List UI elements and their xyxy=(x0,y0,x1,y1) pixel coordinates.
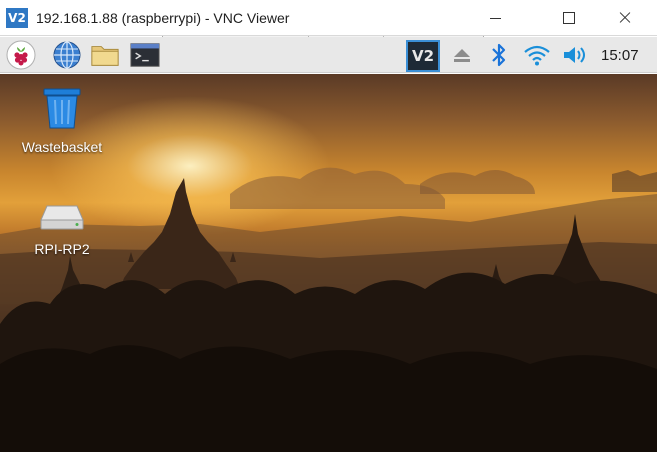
window-title: 192.168.1.88 (raspberrypi) - VNC Viewer xyxy=(36,10,290,26)
eject-icon xyxy=(454,49,470,62)
desktop-icon-label: Wastebasket xyxy=(21,139,103,155)
web-browser-icon xyxy=(53,41,81,69)
file-manager-icon xyxy=(91,46,119,66)
drive-icon xyxy=(40,205,84,230)
raspberry-menu-button[interactable] xyxy=(6,40,36,70)
bluetooth-icon xyxy=(492,43,506,67)
desktop-icon-rpi-rp2[interactable]: RPI-RP2 xyxy=(14,202,110,257)
desktop-icon-label: RPI-RP2 xyxy=(34,241,90,257)
taskbar-panel: V2 15:07 xyxy=(0,37,657,73)
minimize-button[interactable] xyxy=(472,0,518,36)
volume-button[interactable] xyxy=(560,40,590,70)
wastebasket-icon xyxy=(43,88,81,129)
terminal-icon xyxy=(130,43,160,67)
file-manager-button[interactable] xyxy=(90,40,120,70)
desktop-icon-wastebasket[interactable]: Wastebasket xyxy=(14,88,110,155)
window-titlebar[interactable]: V2 192.168.1.88 (raspberrypi) - VNC View… xyxy=(0,0,657,36)
web-browser-button[interactable] xyxy=(52,40,82,70)
terminal-button[interactable] xyxy=(130,40,160,70)
wifi-icon xyxy=(524,45,550,66)
wifi-button[interactable] xyxy=(522,40,552,70)
raspberry-menu-icon xyxy=(6,40,36,70)
panel-clock[interactable]: 15:07 xyxy=(601,47,639,64)
desktop[interactable]: Wastebasket RPI-RP2 xyxy=(0,74,657,452)
vnc-viewer-app-icon[interactable]: V2 xyxy=(6,8,28,28)
vnc-server-icon[interactable]: V2 xyxy=(406,40,440,72)
bluetooth-button[interactable] xyxy=(484,40,514,70)
maximize-button[interactable] xyxy=(545,0,591,36)
eject-button[interactable] xyxy=(447,40,477,70)
close-button[interactable] xyxy=(601,0,647,36)
volume-icon xyxy=(564,47,585,63)
